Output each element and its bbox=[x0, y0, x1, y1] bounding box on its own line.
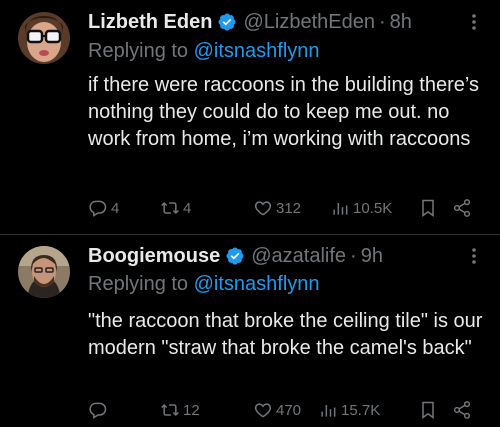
mention-link[interactable]: @itsnashflynn bbox=[194, 273, 320, 295]
views-button[interactable]: 10.5K bbox=[330, 198, 392, 218]
avatar[interactable] bbox=[18, 12, 70, 64]
like-count: 470 bbox=[276, 401, 302, 419]
reply-icon bbox=[89, 200, 107, 217]
tweet-text: "the raccoon that broke the ceiling tile… bbox=[88, 310, 483, 359]
replying-prefix: Replying to bbox=[88, 40, 189, 62]
tweet-lizbeth-eden[interactable]: Lizbeth Eden @LizbethEden · 8h Replying … bbox=[0, 0, 500, 235]
verified-badge-icon bbox=[218, 13, 236, 31]
retweet-button[interactable]: 4 bbox=[160, 198, 191, 218]
like-count: 312 bbox=[276, 199, 302, 217]
retweet-icon bbox=[161, 403, 179, 417]
reply-button[interactable]: 4 bbox=[88, 198, 119, 218]
tweet-header: Lizbeth Eden @LizbethEden · 8h bbox=[88, 8, 412, 36]
retweet-button[interactable]: 12 bbox=[160, 400, 200, 420]
views-icon bbox=[321, 405, 336, 417]
bookmark-button[interactable] bbox=[418, 400, 438, 420]
share-icon bbox=[453, 199, 471, 217]
like-icon bbox=[254, 403, 272, 418]
tweet-header: Boogiemouse @azatalife · 9h bbox=[88, 242, 383, 270]
bookmark-icon bbox=[422, 199, 434, 217]
mention-link[interactable]: @itsnashflynn bbox=[194, 40, 320, 62]
share-button[interactable] bbox=[452, 198, 472, 218]
action-bar: 4 4 312 10.5K bbox=[88, 196, 484, 220]
reply-count: 4 bbox=[111, 199, 120, 217]
views-count: 15.7K bbox=[341, 401, 381, 419]
retweet-icon bbox=[161, 201, 179, 215]
replying-prefix: Replying to bbox=[88, 273, 189, 295]
tweet-text: if there were raccoons in the building t… bbox=[88, 74, 479, 150]
views-button[interactable]: 15.7K bbox=[318, 400, 380, 420]
retweet-count: 4 bbox=[183, 199, 192, 217]
replying-to: Replying to @itsnashflynn bbox=[88, 273, 320, 296]
share-button[interactable] bbox=[452, 400, 472, 420]
more-icon[interactable] bbox=[464, 246, 484, 266]
timestamp[interactable]: 9h bbox=[361, 245, 383, 268]
avatar[interactable] bbox=[18, 246, 70, 298]
verified-badge-icon bbox=[226, 247, 244, 265]
separator-dot: · bbox=[350, 244, 357, 267]
like-button[interactable]: 312 bbox=[253, 198, 301, 218]
timestamp[interactable]: 8h bbox=[390, 11, 412, 34]
retweet-count: 12 bbox=[183, 401, 200, 419]
bookmark-button[interactable] bbox=[418, 198, 438, 218]
replying-to: Replying to @itsnashflynn bbox=[88, 40, 320, 63]
display-name[interactable]: Boogiemouse bbox=[88, 245, 220, 268]
like-icon bbox=[254, 201, 272, 216]
handle[interactable]: @LizbethEden bbox=[243, 11, 375, 34]
views-icon bbox=[333, 203, 348, 215]
views-count: 10.5K bbox=[353, 199, 393, 217]
reply-icon bbox=[89, 402, 107, 419]
reply-button[interactable] bbox=[88, 400, 111, 420]
bookmark-icon bbox=[422, 401, 434, 419]
action-bar: 12 470 15.7K bbox=[88, 398, 484, 422]
more-icon[interactable] bbox=[464, 12, 484, 32]
share-icon bbox=[453, 401, 471, 419]
like-button[interactable]: 470 bbox=[253, 400, 301, 420]
separator-dot: · bbox=[378, 10, 386, 33]
tweet-divider bbox=[0, 234, 500, 235]
display-name[interactable]: Lizbeth Eden bbox=[88, 11, 212, 34]
tweet-boogiemouse[interactable]: Boogiemouse @azatalife · 9h Replying to … bbox=[0, 236, 500, 427]
handle[interactable]: @azatalife bbox=[251, 245, 346, 268]
